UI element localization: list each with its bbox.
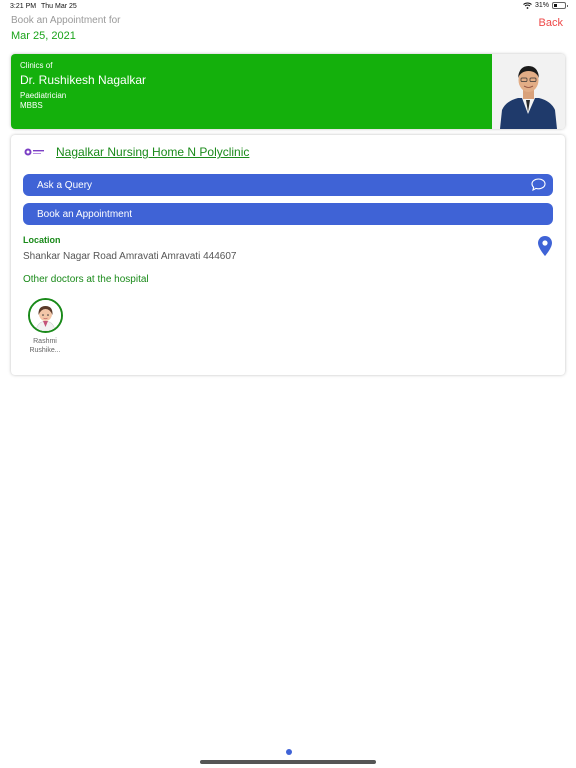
- location-title: Location: [23, 235, 61, 245]
- wifi-icon: [523, 2, 532, 9]
- status-time: 3:21 PM: [10, 3, 37, 10]
- clinic-card: Nagalkar Nursing Home N Polyclinic Ask a…: [11, 135, 565, 375]
- doctor-speciality: Paediatrician: [20, 91, 67, 100]
- other-doctor-name-line2: Rushike...: [29, 347, 61, 354]
- other-doctor-name: Rashmi Rushike...: [27, 337, 63, 355]
- clinic-name-link[interactable]: Nagalkar Nursing Home N Polyclinic: [56, 145, 249, 159]
- chat-bubble-icon: [531, 178, 546, 194]
- other-doctor-name-line1: Rashmi: [33, 338, 57, 345]
- clinics-of-label: Clinics of: [20, 61, 53, 70]
- location-address: Shankar Nagar Road Amravati Amravati 444…: [23, 251, 237, 262]
- other-doctors-title: Other doctors at the hospital: [23, 274, 149, 285]
- battery-percent: 31%: [534, 2, 549, 9]
- home-indicator[interactable]: [200, 760, 376, 764]
- status-right: 31%: [523, 2, 568, 9]
- selected-date: Mar 25, 2021: [11, 30, 76, 42]
- doctor-card: Clinics of Dr. Rushikesh Nagalkar Paedia…: [11, 54, 565, 129]
- clinic-logo-icon: [23, 147, 45, 157]
- screen: 3:21 PM Thu Mar 25 31% Book an Appointme…: [0, 0, 576, 768]
- ask-query-label: Ask a Query: [37, 179, 93, 191]
- ask-query-button[interactable]: Ask a Query: [23, 174, 553, 196]
- map-pin-icon[interactable]: [538, 236, 552, 261]
- page-indicator-dot: [286, 749, 292, 755]
- battery-fill: [554, 4, 558, 7]
- back-button[interactable]: Back: [539, 17, 563, 29]
- book-appointment-label: Book an Appointment: [37, 208, 133, 220]
- book-appointment-button[interactable]: Book an Appointment: [23, 203, 553, 225]
- doctor-avatar-icon: [27, 298, 63, 333]
- other-doctor-item[interactable]: Rashmi Rushike...: [27, 298, 63, 355]
- status-date: Thu Mar 25: [41, 3, 77, 10]
- doctor-degree: MBBS: [20, 101, 43, 110]
- doctor-name: Dr. Rushikesh Nagalkar: [20, 73, 147, 87]
- doctor-photo: [492, 54, 565, 129]
- doctor-info: Clinics of Dr. Rushikesh Nagalkar Paedia…: [11, 54, 492, 129]
- battery-icon: [552, 2, 568, 9]
- status-bar: 3:21 PM Thu Mar 25 31%: [0, 0, 576, 14]
- header-prompt: Book an Appointment for: [11, 15, 121, 26]
